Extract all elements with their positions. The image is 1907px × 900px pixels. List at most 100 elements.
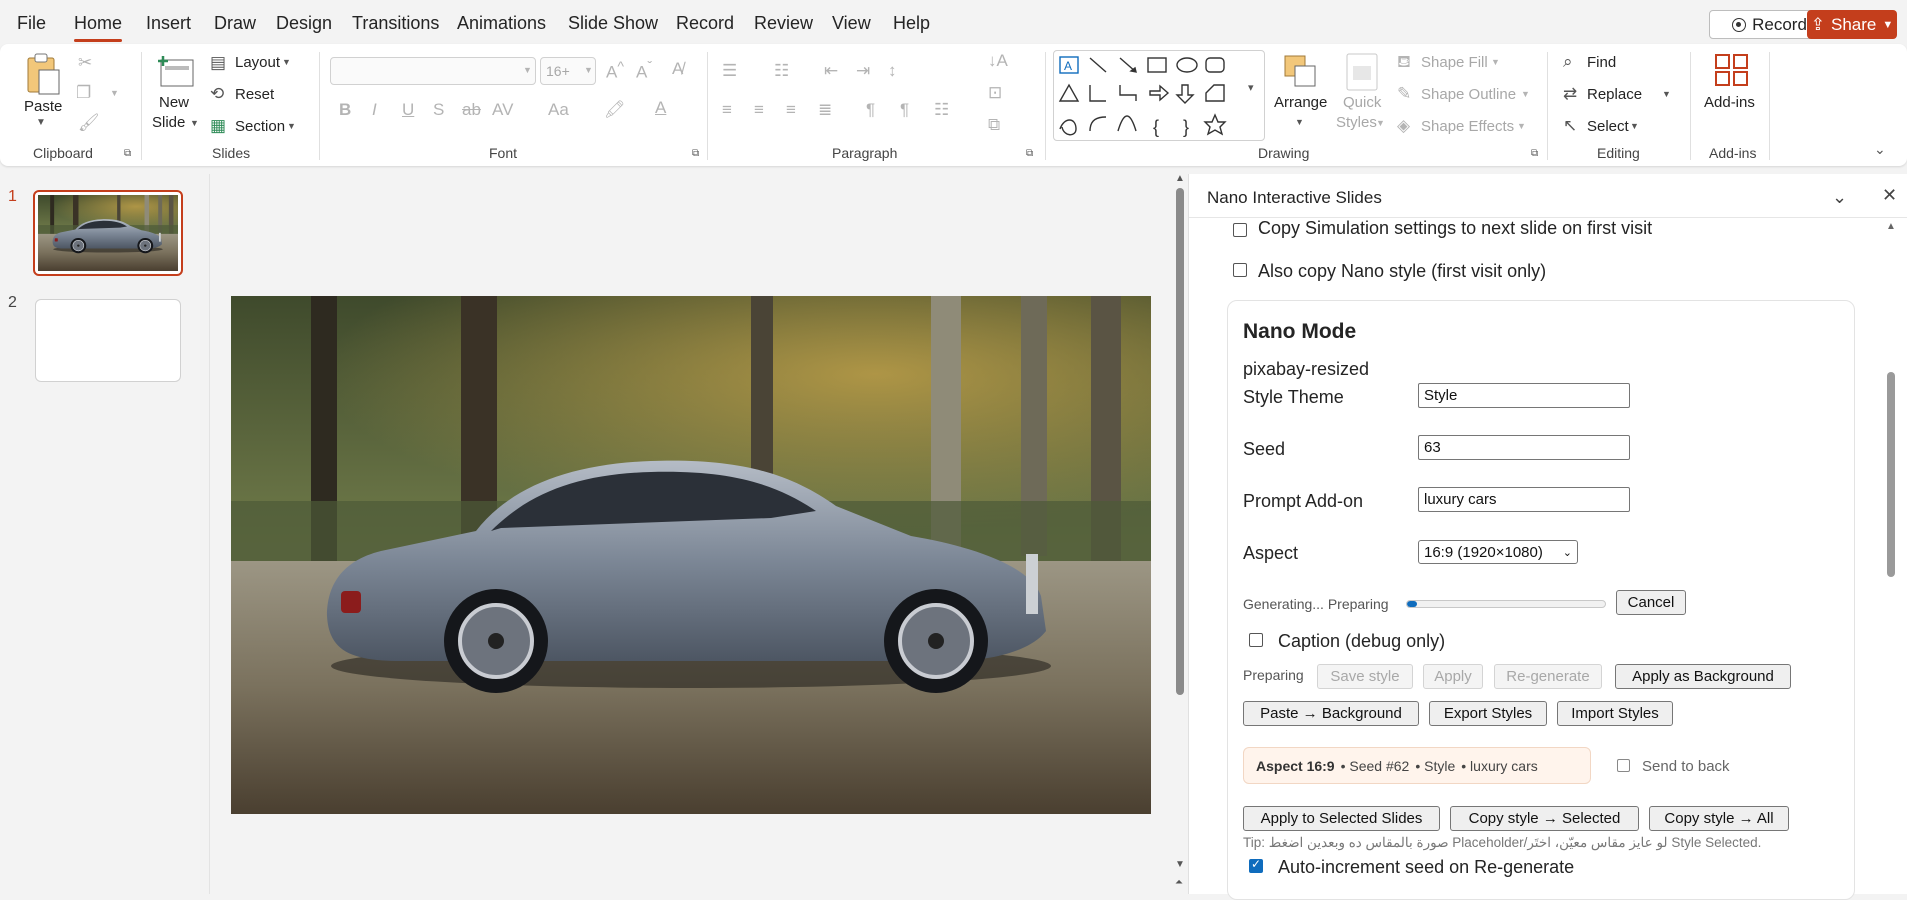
quick-styles-label-1[interactable]: Quick bbox=[1343, 94, 1381, 111]
tab-animations[interactable]: Animations bbox=[457, 13, 546, 34]
find-label[interactable]: Find bbox=[1587, 54, 1616, 71]
tab-record[interactable]: Record bbox=[676, 13, 734, 34]
decrease-indent-icon[interactable]: ⇤ bbox=[824, 62, 838, 79]
shrink-font-icon[interactable]: Aˇ bbox=[636, 60, 652, 81]
grow-font-icon[interactable]: A^ bbox=[606, 60, 624, 81]
task-pane-scrollbar[interactable]: ▲ bbox=[1884, 222, 1898, 894]
chevron-down-icon[interactable]: ▼ bbox=[36, 118, 46, 128]
copy-style-checkbox[interactable] bbox=[1233, 263, 1247, 277]
highlight-icon[interactable]: 🖍 bbox=[604, 101, 626, 118]
dialog-launcher-icon[interactable]: ⧉ bbox=[124, 149, 131, 159]
chevron-down-icon[interactable]: ▼ bbox=[1295, 118, 1304, 127]
justify-icon[interactable]: ≣ bbox=[818, 101, 832, 118]
chevron-down-icon[interactable]: ▼ bbox=[1376, 119, 1385, 128]
collapse-ribbon-icon[interactable]: ⌄ bbox=[1874, 142, 1886, 156]
chevron-down-icon[interactable]: ⌄ bbox=[1832, 188, 1847, 206]
style-theme-input[interactable] bbox=[1418, 383, 1630, 408]
dialog-launcher-icon[interactable]: ⧉ bbox=[1531, 149, 1538, 159]
slide-thumbnail-1[interactable] bbox=[33, 190, 183, 276]
copy-icon[interactable]: ❐ bbox=[76, 84, 91, 101]
apply-as-background-button[interactable]: Apply as Background bbox=[1615, 664, 1791, 689]
chevron-down-icon[interactable]: ▼ bbox=[1662, 90, 1671, 99]
import-styles-button[interactable]: Import Styles bbox=[1557, 701, 1673, 726]
char-spacing-icon[interactable]: AV bbox=[492, 101, 513, 118]
select-label[interactable]: Select bbox=[1587, 118, 1629, 135]
tab-view[interactable]: View bbox=[832, 13, 871, 34]
apply-button[interactable]: Apply bbox=[1423, 664, 1483, 689]
bold-icon[interactable]: B bbox=[339, 101, 351, 118]
tab-review[interactable]: Review bbox=[754, 13, 813, 34]
tab-draw[interactable]: Draw bbox=[214, 13, 256, 34]
shape-outline-label[interactable]: Shape Outline bbox=[1421, 86, 1516, 103]
cut-icon[interactable]: ✂ bbox=[78, 54, 92, 71]
cancel-button[interactable]: Cancel bbox=[1616, 590, 1686, 615]
copy-style-selected-button[interactable]: Copy style → Selected bbox=[1450, 806, 1639, 831]
new-slide-icon[interactable] bbox=[157, 52, 197, 94]
find-icon[interactable]: ⌕ bbox=[1563, 53, 1573, 70]
shape-fill-label[interactable]: Shape Fill bbox=[1421, 54, 1488, 71]
scrollbar-thumb[interactable] bbox=[1176, 188, 1184, 695]
dialog-launcher-icon[interactable]: ⧉ bbox=[692, 149, 699, 159]
tab-help[interactable]: Help bbox=[893, 13, 930, 34]
paste-label[interactable]: Paste bbox=[24, 98, 62, 115]
strikethrough-icon[interactable]: ab bbox=[462, 101, 481, 118]
close-icon[interactable]: ✕ bbox=[1882, 186, 1897, 204]
more-shapes-icon[interactable]: ▾ bbox=[1248, 83, 1254, 94]
line-spacing-icon[interactable]: ↕ bbox=[888, 62, 897, 79]
aspect-select[interactable]: 16:9 (1920×1080) ⌄ bbox=[1418, 540, 1578, 564]
seed-input[interactable] bbox=[1418, 435, 1630, 460]
replace-label[interactable]: Replace bbox=[1587, 86, 1642, 103]
font-name-combo[interactable]: ▼ bbox=[330, 57, 536, 85]
chevron-down-icon[interactable]: ▼ bbox=[110, 89, 119, 98]
chevron-down-icon[interactable]: ▼ bbox=[1491, 58, 1500, 67]
align-left-icon[interactable]: ≡ bbox=[722, 101, 732, 118]
dialog-launcher-icon[interactable]: ⧉ bbox=[1026, 149, 1033, 159]
tab-file[interactable]: File bbox=[17, 13, 46, 34]
section-icon[interactable]: ▦ bbox=[210, 117, 226, 134]
tab-insert[interactable]: Insert bbox=[146, 13, 191, 34]
chevron-down-icon[interactable]: ▼ bbox=[190, 119, 199, 128]
canvas-scrollbar[interactable]: ▲ ▼ ⏶ bbox=[1172, 174, 1188, 894]
save-style-button[interactable]: Save style bbox=[1317, 664, 1413, 689]
quick-styles-label-2[interactable]: Styles bbox=[1336, 114, 1377, 131]
scroll-down-icon[interactable]: ▼ bbox=[1175, 860, 1185, 870]
rtl-icon[interactable]: ¶ bbox=[866, 101, 875, 118]
copy-sim-checkbox[interactable] bbox=[1233, 223, 1247, 237]
apply-to-selected-button[interactable]: Apply to Selected Slides bbox=[1243, 806, 1440, 831]
layout-label[interactable]: Layout bbox=[235, 54, 280, 71]
format-painter-icon[interactable]: 🖌 bbox=[78, 114, 100, 131]
scrollbar-thumb[interactable] bbox=[1887, 372, 1895, 577]
new-slide-label-1[interactable]: New bbox=[159, 94, 189, 111]
font-color-icon[interactable]: A bbox=[655, 99, 666, 116]
paste-icon[interactable] bbox=[20, 52, 64, 96]
caption-checkbox[interactable] bbox=[1249, 633, 1263, 647]
share-button[interactable]: ⇪ Share ▼ bbox=[1807, 10, 1897, 39]
tab-home[interactable]: Home bbox=[74, 13, 122, 34]
tab-design[interactable]: Design bbox=[276, 13, 332, 34]
layout-icon[interactable]: ▤ bbox=[210, 54, 226, 71]
align-text-icon[interactable]: ⊡ bbox=[988, 84, 1002, 101]
change-case-icon[interactable]: Aa bbox=[548, 101, 569, 118]
reset-label[interactable]: Reset bbox=[235, 86, 274, 103]
paste-background-button[interactable]: Paste → Background bbox=[1243, 701, 1419, 726]
chevron-down-icon[interactable]: ▼ bbox=[282, 58, 291, 67]
font-size-combo[interactable]: 16+ ▼ bbox=[540, 57, 596, 85]
arrange-icon[interactable] bbox=[1281, 52, 1321, 94]
chevron-down-icon[interactable]: ▼ bbox=[1521, 90, 1530, 99]
ltr-icon[interactable]: ¶ bbox=[900, 101, 909, 118]
select-cursor-icon[interactable]: ↖ bbox=[1563, 117, 1577, 134]
tab-transitions[interactable]: Transitions bbox=[352, 13, 439, 34]
shadow-icon[interactable]: S bbox=[433, 101, 444, 118]
scroll-up-icon[interactable]: ▲ bbox=[1175, 174, 1185, 184]
section-label[interactable]: Section bbox=[235, 118, 285, 135]
tab-slide-show[interactable]: Slide Show bbox=[568, 13, 658, 34]
autoinc-checkbox[interactable]: ✓ bbox=[1249, 857, 1263, 873]
shape-effects-icon[interactable]: ◈ bbox=[1397, 117, 1410, 134]
copy-style-all-button[interactable]: Copy style → All bbox=[1649, 806, 1789, 831]
send-to-back-checkbox[interactable] bbox=[1617, 759, 1630, 772]
prev-slide-icon[interactable]: ⏶ bbox=[1175, 878, 1183, 888]
text-direction-icon[interactable]: ↓A bbox=[988, 52, 1008, 69]
replace-icon[interactable]: ⇄ bbox=[1563, 85, 1577, 102]
car-photo[interactable] bbox=[231, 296, 1151, 814]
shape-effects-label[interactable]: Shape Effects bbox=[1421, 118, 1514, 135]
